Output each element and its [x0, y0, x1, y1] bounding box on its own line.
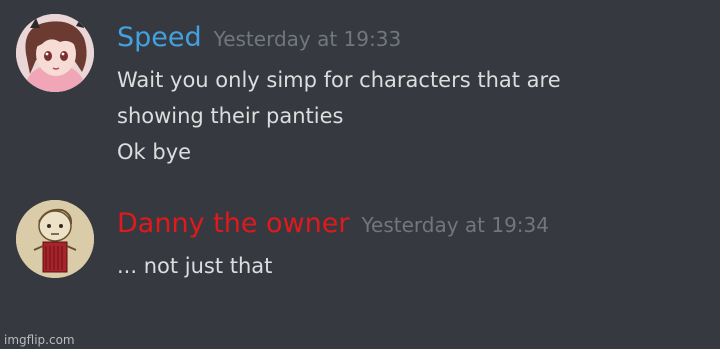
message-line: Wait you only simp for characters that a…	[117, 68, 561, 92]
message-line: ... not just that	[117, 254, 273, 278]
sketch-character-avatar-icon	[16, 200, 94, 278]
message-header: Danny the owner Yesterday at 19:34	[117, 204, 712, 244]
message-speed: Speed Yesterday at 19:33 Wait you only s…	[0, 0, 720, 195]
watermark: imgflip.com	[4, 333, 75, 347]
username[interactable]: Speed	[117, 18, 202, 58]
avatar-danny[interactable]	[16, 200, 94, 278]
message-content: Danny the owner Yesterday at 19:34 ... n…	[117, 204, 712, 284]
message-body: ... not just that	[117, 248, 712, 284]
message-content: Speed Yesterday at 19:33 Wait you only s…	[117, 18, 712, 170]
message-body: Wait you only simp for characters that a…	[117, 62, 712, 170]
message-line: Ok bye	[117, 140, 192, 164]
anime-girl-avatar-icon	[16, 14, 94, 92]
avatar-speed[interactable]	[16, 14, 94, 92]
message-header: Speed Yesterday at 19:33	[117, 18, 712, 58]
username[interactable]: Danny the owner	[117, 204, 349, 244]
message-danny: Danny the owner Yesterday at 19:34 ... n…	[0, 195, 720, 305]
timestamp[interactable]: Yesterday at 19:34	[361, 205, 549, 245]
message-line: showing their panties	[117, 104, 344, 128]
timestamp[interactable]: Yesterday at 19:33	[214, 19, 402, 59]
